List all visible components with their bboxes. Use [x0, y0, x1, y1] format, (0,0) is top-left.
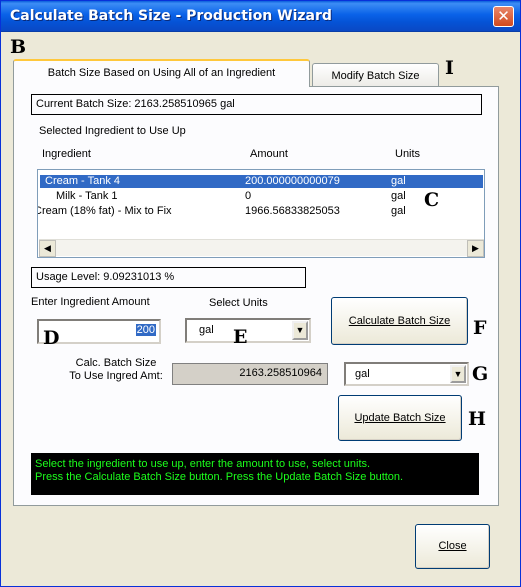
- ingredient-name: Cream (18% fat) - Mix to Fix: [37, 205, 172, 217]
- marker-f: F: [473, 317, 487, 339]
- marker-h: H: [468, 408, 486, 430]
- ingredient-units: gal: [391, 205, 406, 217]
- column-header-ingredient: Ingredient: [42, 148, 91, 160]
- marker-i: I: [445, 57, 454, 79]
- column-header-amount: Amount: [250, 148, 288, 160]
- calculate-batch-size-button[interactable]: Calculate Batch Size: [331, 297, 468, 345]
- amount-input-value: 200: [135, 324, 156, 336]
- list-item[interactable]: Cream - Tank 4 200.000000000079 gal: [40, 175, 483, 188]
- close-button-label: Close: [438, 540, 467, 552]
- ingredient-name: Milk - Tank 1: [56, 190, 118, 202]
- ingredient-name: Cream - Tank 4: [45, 175, 120, 187]
- marker-e: E: [233, 326, 248, 348]
- ingredient-list[interactable]: Cream - Tank 4 200.000000000079 gal Milk…: [37, 169, 485, 258]
- units-select-value: gal: [199, 324, 214, 336]
- column-header-units: Units: [395, 148, 421, 160]
- tab-batch-size-all-ingredient[interactable]: Batch Size Based on Using All of an Ingr…: [13, 59, 310, 87]
- list-item[interactable]: Cream (18% fat) - Mix to Fix 1966.568338…: [37, 205, 483, 218]
- current-batch-size-box: Current Batch Size: 2163.258510965 gal: [31, 94, 482, 115]
- ingredient-units: gal: [391, 175, 406, 187]
- calculate-batch-size-label: Calculate Batch Size: [348, 315, 451, 327]
- ingredient-units: gal: [391, 190, 406, 202]
- usage-level-box: Usage Level: 9.09231013 %: [31, 267, 306, 288]
- status-instructions: Select the ingredient to use up, enter t…: [31, 453, 479, 495]
- calc-units-select[interactable]: gal ▼: [344, 362, 469, 386]
- calc-units-select-value: gal: [355, 368, 370, 380]
- calc-batch-size-label-line1: Calc. Batch Size: [75, 357, 157, 369]
- close-icon[interactable]: ✕: [493, 6, 514, 27]
- list-item[interactable]: Milk - Tank 1 0 gal: [40, 190, 483, 203]
- chevron-down-icon[interactable]: ▼: [292, 321, 308, 340]
- status-line-1: Select the ingredient to use up, enter t…: [35, 458, 371, 470]
- units-select[interactable]: gal ▼: [185, 318, 311, 343]
- title-bar: Calculate Batch Size - Production Wizard…: [1, 1, 520, 32]
- calc-batch-size-label: Calc. Batch Size To Use Ingred Amt:: [56, 357, 176, 383]
- scroll-right-icon[interactable]: ▶: [467, 240, 484, 257]
- ingredient-amount: 0: [245, 190, 252, 202]
- status-line-2: Press the Calculate Batch Size button. P…: [35, 471, 404, 483]
- calc-batch-size-label-line2: To Use Ingred Amt:: [69, 370, 163, 382]
- production-wizard-window: Calculate Batch Size - Production Wizard…: [0, 0, 521, 587]
- enter-amount-label: Enter Ingredient Amount: [31, 296, 150, 308]
- ingredient-amount: 200.000000000079: [245, 175, 340, 187]
- window-title: Calculate Batch Size - Production Wizard: [10, 8, 332, 24]
- ingredient-section-label: Selected Ingredient to Use Up: [39, 125, 186, 137]
- calc-batch-size-value: 2163.258510964: [172, 363, 328, 385]
- horizontal-scrollbar[interactable]: ◀ ▶: [39, 239, 484, 257]
- update-batch-size-label: Update Batch Size: [354, 412, 446, 424]
- close-button[interactable]: Close: [415, 524, 490, 569]
- marker-d: D: [43, 327, 60, 349]
- scroll-left-icon[interactable]: ◀: [39, 240, 56, 257]
- tab-modify-batch-size[interactable]: Modify Batch Size: [312, 63, 439, 87]
- update-batch-size-button[interactable]: Update Batch Size: [338, 395, 462, 441]
- marker-g: G: [472, 363, 489, 385]
- marker-c: C: [424, 189, 440, 211]
- chevron-down-icon[interactable]: ▼: [450, 365, 466, 383]
- marker-b: B: [10, 36, 27, 58]
- select-units-label: Select Units: [209, 297, 268, 309]
- ingredient-amount: 1966.56833825053: [245, 205, 340, 217]
